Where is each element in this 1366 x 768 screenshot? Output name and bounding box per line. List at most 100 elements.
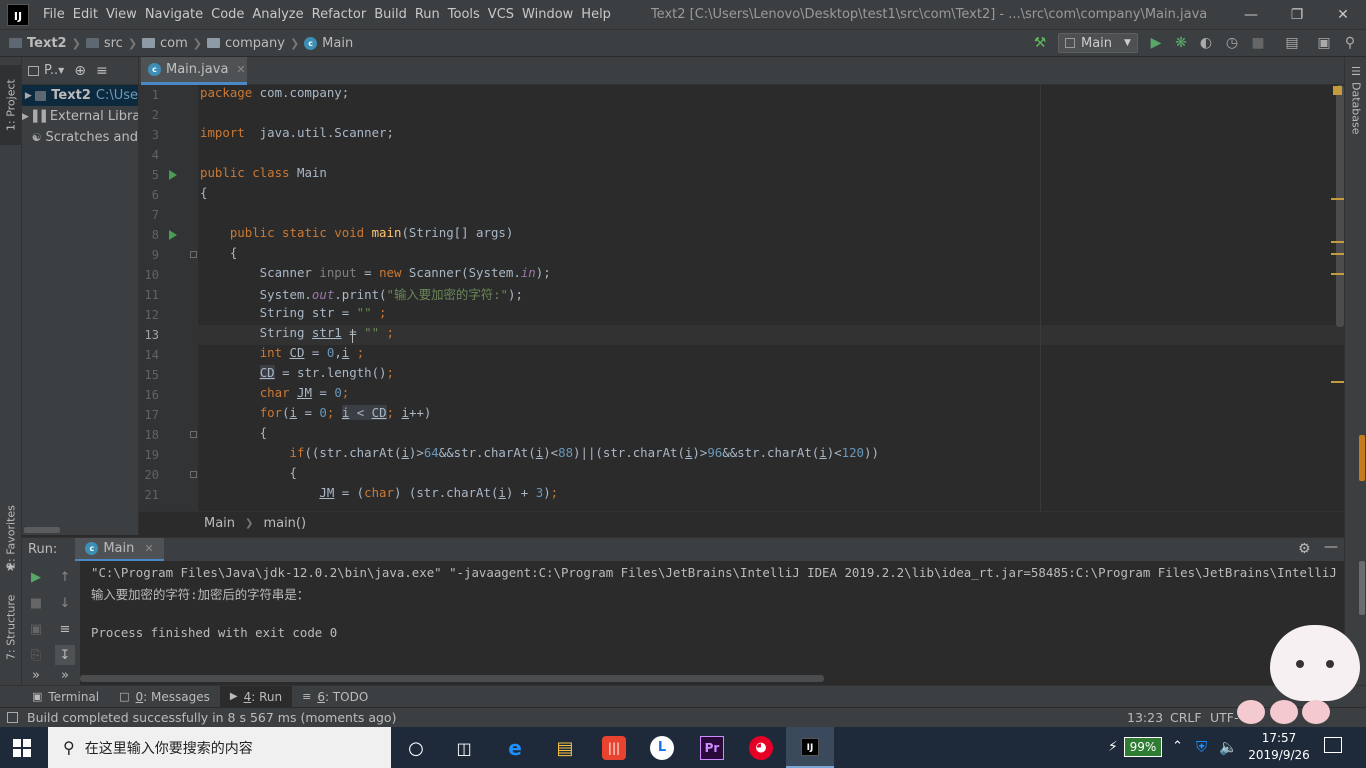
stop-icon[interactable]: ■: [26, 593, 46, 613]
shield-icon[interactable]: ⛨: [1196, 738, 1207, 756]
warning-indicator-icon[interactable]: [1333, 86, 1342, 95]
notification-center-icon[interactable]: [1324, 737, 1342, 753]
tree-item-external-libraries[interactable]: ▶ ▐▐ External Libra: [22, 106, 138, 127]
console-horizontal-scrollbar[interactable]: [80, 675, 824, 682]
code-editor[interactable]: package com.company; import java.util.Sc…: [198, 85, 1344, 511]
menu-view[interactable]: View: [102, 0, 141, 29]
menu-tools[interactable]: Tools: [444, 0, 484, 29]
breadcrumb-method[interactable]: main(): [263, 516, 306, 531]
run-gutter-icon[interactable]: [169, 170, 177, 180]
menu-vcs[interactable]: VCS: [484, 0, 518, 29]
expand-arrow-icon[interactable]: ▶: [22, 91, 35, 101]
breadcrumb-src[interactable]: src ❯: [85, 29, 142, 57]
maximize-button[interactable]: ❐: [1274, 0, 1320, 29]
menu-code[interactable]: Code: [207, 0, 248, 29]
breadcrumb-project[interactable]: Text2 ❯: [9, 29, 86, 57]
project-view-dropdown[interactable]: P.. ▼: [28, 63, 64, 78]
layout-icon[interactable]: ▣: [1314, 33, 1334, 53]
breadcrumb-com[interactable]: com ❯: [142, 29, 207, 57]
chevron-up-icon[interactable]: ⌃: [1172, 739, 1183, 754]
gear-icon[interactable]: ⚙: [1298, 541, 1311, 557]
run-tab-main[interactable]: c Main ✕: [75, 537, 164, 562]
taskbar-search-box[interactable]: ⚲ 在这里输入你要搜索的内容: [48, 727, 391, 768]
menu-run[interactable]: Run: [411, 0, 444, 29]
tab-database[interactable]: ☰ Database: [1345, 65, 1366, 145]
minimize-button[interactable]: —: [1228, 0, 1274, 29]
scroll-to-end-icon[interactable]: ↧: [55, 645, 75, 665]
more-icon[interactable]: »: [55, 665, 75, 685]
speaker-icon[interactable]: 🔈: [1219, 738, 1238, 756]
warning-stripe[interactable]: [1331, 273, 1344, 275]
scroll-up-icon[interactable]: ↑: [55, 567, 75, 587]
warning-stripe[interactable]: [1331, 241, 1344, 243]
taskbar-intellij-active[interactable]: IJ: [786, 727, 834, 768]
tree-item-scratches[interactable]: ☯ Scratches and: [22, 127, 138, 148]
fold-marker-icon[interactable]: [190, 431, 197, 438]
coverage-icon[interactable]: ◐: [1196, 33, 1216, 53]
breadcrumb-main[interactable]: c Main: [304, 29, 353, 57]
warning-stripe[interactable]: [1331, 381, 1344, 383]
tab-project[interactable]: 1: Project: [0, 65, 22, 145]
tab-terminal[interactable]: ▣ Terminal: [22, 686, 109, 708]
soft-wrap-icon[interactable]: ≡: [55, 619, 75, 639]
fold-marker-icon[interactable]: [190, 471, 197, 478]
camera-icon[interactable]: ▣: [26, 619, 46, 639]
netease-music-icon[interactable]: ◕: [749, 736, 773, 760]
breadcrumb-class[interactable]: Main: [204, 516, 235, 531]
marker-scrollbar[interactable]: [1359, 435, 1365, 481]
task-view-icon[interactable]: ◫: [449, 733, 479, 763]
scroll-down-icon[interactable]: ↓: [55, 593, 75, 613]
close-button[interactable]: ✕: [1320, 0, 1366, 29]
file-encoding[interactable]: UTF-: [1210, 710, 1239, 725]
menu-build[interactable]: Build: [370, 0, 411, 29]
cortana-circle-icon[interactable]: ○: [401, 733, 431, 763]
premiere-icon[interactable]: Pr: [700, 736, 724, 760]
run-gutter-icon[interactable]: [169, 230, 177, 240]
collapse-all-icon[interactable]: ≡: [96, 63, 108, 79]
windows-start-icon[interactable]: [13, 739, 31, 757]
editor-vertical-scrollbar[interactable]: [1336, 85, 1344, 327]
search-icon[interactable]: ⚲: [1340, 33, 1360, 53]
battery-indicator[interactable]: 99%: [1124, 737, 1162, 757]
stop-icon[interactable]: ■: [1248, 33, 1268, 53]
menu-edit[interactable]: Edit: [69, 0, 102, 29]
app-red-icon[interactable]: |||: [602, 736, 626, 760]
status-icon[interactable]: [7, 712, 18, 723]
tab-todo[interactable]: ≡ 6: TODO: [292, 686, 378, 708]
fold-marker-icon[interactable]: [190, 251, 197, 258]
caret-position[interactable]: 13:23: [1127, 710, 1163, 725]
clock-app-icon[interactable]: L: [650, 736, 674, 760]
breadcrumb-company[interactable]: company ❯: [207, 29, 304, 57]
menu-file[interactable]: File: [39, 0, 69, 29]
warning-stripe[interactable]: [1331, 253, 1344, 255]
tree-item-project[interactable]: ▶ Text2 C:\Use: [22, 85, 138, 106]
horizontal-scrollbar[interactable]: [24, 527, 60, 533]
locate-target-icon[interactable]: ⊕: [74, 63, 86, 79]
minimize-panel-icon[interactable]: —: [1324, 539, 1338, 555]
taskbar-clock[interactable]: 17:57 2019/9/26: [1245, 730, 1313, 764]
tab-structure[interactable]: 7: Structure: [0, 587, 22, 667]
menu-help[interactable]: Help: [577, 0, 615, 29]
edge-browser-icon[interactable]: e: [500, 733, 530, 763]
profile-icon[interactable]: ◷: [1222, 33, 1242, 53]
console-scrollbar[interactable]: [1359, 561, 1365, 615]
debug-bug-icon[interactable]: ❋: [1171, 33, 1191, 53]
menu-analyze[interactable]: Analyze: [248, 0, 307, 29]
close-tab-icon[interactable]: ✕: [144, 542, 153, 555]
expand-arrow-icon[interactable]: ▶: [22, 112, 29, 122]
restore-layout-icon[interactable]: ⎘: [26, 645, 46, 665]
run-config-dropdown[interactable]: Main ▼: [1058, 33, 1138, 53]
warning-stripe[interactable]: [1331, 198, 1344, 200]
rerun-icon[interactable]: ▶: [26, 567, 46, 587]
run-console[interactable]: "C:\Program Files\Java\jdk-12.0.2\bin\ja…: [80, 561, 1344, 685]
power-plug-icon[interactable]: ⚡: [1108, 739, 1118, 755]
tab-run[interactable]: ▶ 4: Run: [219, 685, 293, 708]
tab-messages[interactable]: □ 0: Messages: [109, 686, 220, 708]
menu-refactor[interactable]: Refactor: [308, 0, 371, 29]
run-icon[interactable]: ▶: [1146, 33, 1166, 53]
build-hammer-icon[interactable]: ⚒: [1030, 33, 1050, 53]
line-separator[interactable]: CRLF: [1170, 710, 1202, 725]
tab-main-java[interactable]: c Main.java ✕: [141, 57, 247, 85]
close-tab-icon[interactable]: ✕: [236, 63, 245, 76]
file-explorer-icon[interactable]: ▤: [550, 733, 580, 763]
